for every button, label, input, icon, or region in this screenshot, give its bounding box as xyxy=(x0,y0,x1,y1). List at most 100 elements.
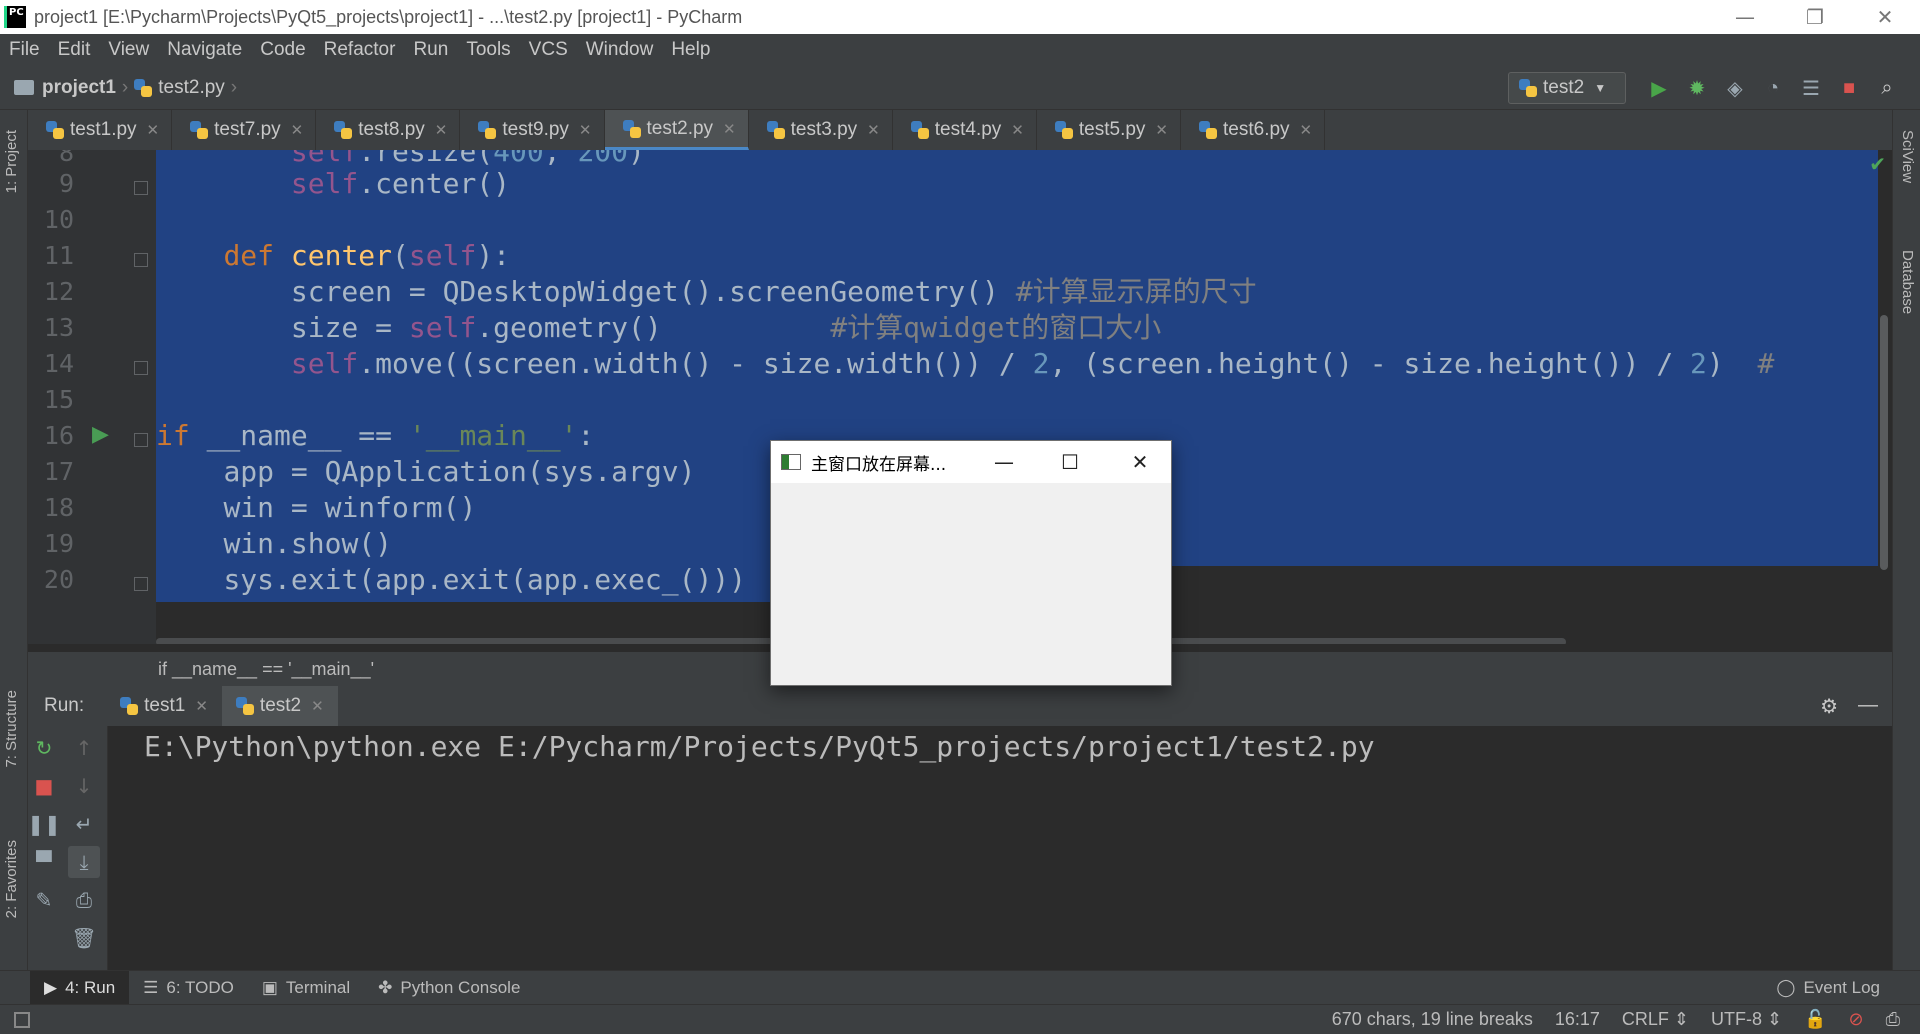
restore-button[interactable]: ❐ xyxy=(1780,0,1850,34)
close-tab-icon[interactable]: ✕ xyxy=(1011,121,1024,139)
tab-label: test3.py xyxy=(790,119,858,140)
tab-label: test5.py xyxy=(1078,119,1146,140)
line-separator[interactable]: CRLF ⇕ xyxy=(1622,1009,1689,1030)
python-file-icon xyxy=(622,119,641,138)
caret-position[interactable]: 16:17 xyxy=(1555,1009,1600,1030)
favorites-tool-tab[interactable]: 2: Favorites xyxy=(3,840,20,918)
run-tab-test1[interactable]: test1 ✕ xyxy=(106,686,222,726)
close-tab-icon[interactable]: ✕ xyxy=(1155,121,1168,139)
tab-test3[interactable]: test3.py ✕ xyxy=(749,110,893,150)
file-encoding[interactable]: UTF-8 ⇕ xyxy=(1711,1009,1782,1030)
tab-test8[interactable]: test8.py ✕ xyxy=(316,110,461,150)
sciview-tool-tab[interactable]: SciView xyxy=(1899,130,1916,183)
tab-test2[interactable]: test2.py ✕ xyxy=(604,110,749,150)
scroll-to-end-icon[interactable]: ⤓ xyxy=(68,846,100,878)
toggle-tool-windows-icon[interactable] xyxy=(14,1011,30,1028)
right-tool-strip: SciView Database xyxy=(1892,110,1920,970)
tool-python-console[interactable]: ✤ Python Console xyxy=(364,971,534,1005)
close-tab-icon[interactable]: ✕ xyxy=(723,120,736,138)
tool-todo[interactable]: ☰ 6: TODO xyxy=(129,971,248,1005)
menu-view[interactable]: View xyxy=(99,39,158,61)
tab-test5[interactable]: test5.py ✕ xyxy=(1037,110,1181,150)
pause-icon[interactable]: ❚❚ xyxy=(27,808,61,840)
editor-vertical-scrollbar[interactable] xyxy=(1880,315,1888,570)
stop-icon[interactable]: ■ xyxy=(28,770,60,802)
up-arrow-icon[interactable]: ↑ xyxy=(68,732,100,764)
menu-navigate[interactable]: Navigate xyxy=(158,39,251,61)
breadcrumb-separator: › xyxy=(121,76,129,98)
close-tab-icon[interactable]: ✕ xyxy=(311,697,324,715)
print-icon[interactable]: ⎙ xyxy=(68,884,100,916)
hide-panel-icon[interactable]: — xyxy=(1858,694,1878,719)
gear-icon[interactable]: ⚙ xyxy=(1820,694,1838,719)
minimize-button[interactable]: — xyxy=(1710,0,1780,34)
coverage-icon[interactable]: ◈ xyxy=(1716,66,1754,110)
concurrency-icon[interactable]: ☰ xyxy=(1792,66,1830,110)
lock-icon[interactable]: 🔓 xyxy=(1804,1009,1826,1030)
project-tool-tab[interactable]: 1: Project xyxy=(3,130,20,193)
profile-icon[interactable]: ◔ xyxy=(1754,66,1792,110)
menu-edit[interactable]: Edit xyxy=(49,39,100,61)
close-tab-icon[interactable]: ✕ xyxy=(1300,121,1313,139)
soft-wrap-icon[interactable]: ↵ xyxy=(68,808,100,840)
close-tab-icon[interactable]: ✕ xyxy=(435,121,448,139)
tab-test7[interactable]: test7.py ✕ xyxy=(172,110,317,150)
console-output[interactable]: E:\Python\python.exe E:/Pycharm/Projects… xyxy=(108,726,1892,970)
python-file-icon xyxy=(235,697,254,715)
run-configuration-select[interactable]: test2 ▼ xyxy=(1508,72,1626,104)
down-arrow-icon[interactable]: ↓ xyxy=(68,770,100,802)
tab-test6[interactable]: test6.py ✕ xyxy=(1181,110,1326,150)
menu-file[interactable]: File xyxy=(0,39,49,61)
tab-test9[interactable]: test9.py ✕ xyxy=(460,110,605,150)
qt-title-bar[interactable]: 主窗口放在屏幕... — ☐ ✕ xyxy=(771,441,1171,483)
inspector-icon[interactable]: ⊘ xyxy=(1849,1009,1864,1030)
qt-close-button[interactable]: ✕ xyxy=(1115,441,1165,483)
qt-app-window[interactable]: 主窗口放在屏幕... — ☐ ✕ xyxy=(770,440,1172,686)
fold-marker-icon[interactable] xyxy=(134,253,148,267)
database-tool-tab[interactable]: Database xyxy=(1899,250,1916,314)
menu-run[interactable]: Run xyxy=(404,39,457,61)
qt-maximize-button[interactable]: ☐ xyxy=(1045,441,1095,483)
tab-test4[interactable]: test4.py ✕ xyxy=(893,110,1037,150)
menu-window[interactable]: Window xyxy=(577,39,663,61)
breadcrumb-project[interactable]: project1 xyxy=(42,77,116,99)
close-tab-icon[interactable]: ✕ xyxy=(291,121,304,139)
fold-marker-icon[interactable] xyxy=(134,361,148,375)
close-tab-icon[interactable]: ✕ xyxy=(579,121,592,139)
menu-help[interactable]: Help xyxy=(662,39,719,61)
close-button[interactable]: ✕ xyxy=(1850,0,1920,34)
run-gutter-icon[interactable]: ▶ xyxy=(92,422,109,447)
pin-icon[interactable]: ✎ xyxy=(28,884,60,916)
trash-icon[interactable]: 🗑 xyxy=(68,922,100,954)
structure-tool-tab[interactable]: 7: Structure xyxy=(3,690,20,768)
fold-marker-icon[interactable] xyxy=(134,181,148,195)
run-icon[interactable]: ▶ xyxy=(1640,66,1678,110)
tool-terminal[interactable]: ▣ Terminal xyxy=(248,971,364,1005)
inspection-ok-icon[interactable]: ✔ xyxy=(1869,152,1886,176)
menu-code[interactable]: Code xyxy=(251,39,314,61)
debug-icon[interactable]: ✹ xyxy=(1678,66,1716,110)
python-file-icon xyxy=(134,78,153,97)
close-tab-icon[interactable]: ✕ xyxy=(867,121,880,139)
python-file-icon xyxy=(1054,121,1073,139)
stop-icon[interactable]: ■ xyxy=(1830,66,1868,110)
close-tab-icon[interactable]: ✕ xyxy=(195,697,208,715)
layout-icon[interactable]: ▀ xyxy=(28,846,60,878)
tab-test1[interactable]: test1.py ✕ xyxy=(28,110,173,150)
qt-minimize-button[interactable]: — xyxy=(979,441,1029,483)
event-log-button[interactable]: ◯ Event Log xyxy=(1776,971,1880,1005)
fold-marker-icon[interactable] xyxy=(134,433,148,447)
menu-vcs[interactable]: VCS xyxy=(520,39,577,61)
fold-marker-icon[interactable] xyxy=(134,577,148,591)
tab-label: test6.py xyxy=(1223,119,1290,140)
tool-run-label: 4: Run xyxy=(65,977,116,997)
rerun-icon[interactable]: ↻ xyxy=(28,732,60,764)
menu-refactor[interactable]: Refactor xyxy=(315,39,405,61)
search-icon[interactable]: ⌕ xyxy=(1868,66,1906,110)
close-tab-icon[interactable]: ✕ xyxy=(147,121,160,139)
tool-run[interactable]: ▶ 4: Run xyxy=(30,970,130,1005)
breadcrumb-file[interactable]: test2.py xyxy=(158,77,225,99)
memory-icon[interactable]: ⎙ xyxy=(1886,1009,1900,1030)
run-tab-test2[interactable]: test2 ✕ xyxy=(221,686,338,726)
menu-tools[interactable]: Tools xyxy=(457,39,519,61)
